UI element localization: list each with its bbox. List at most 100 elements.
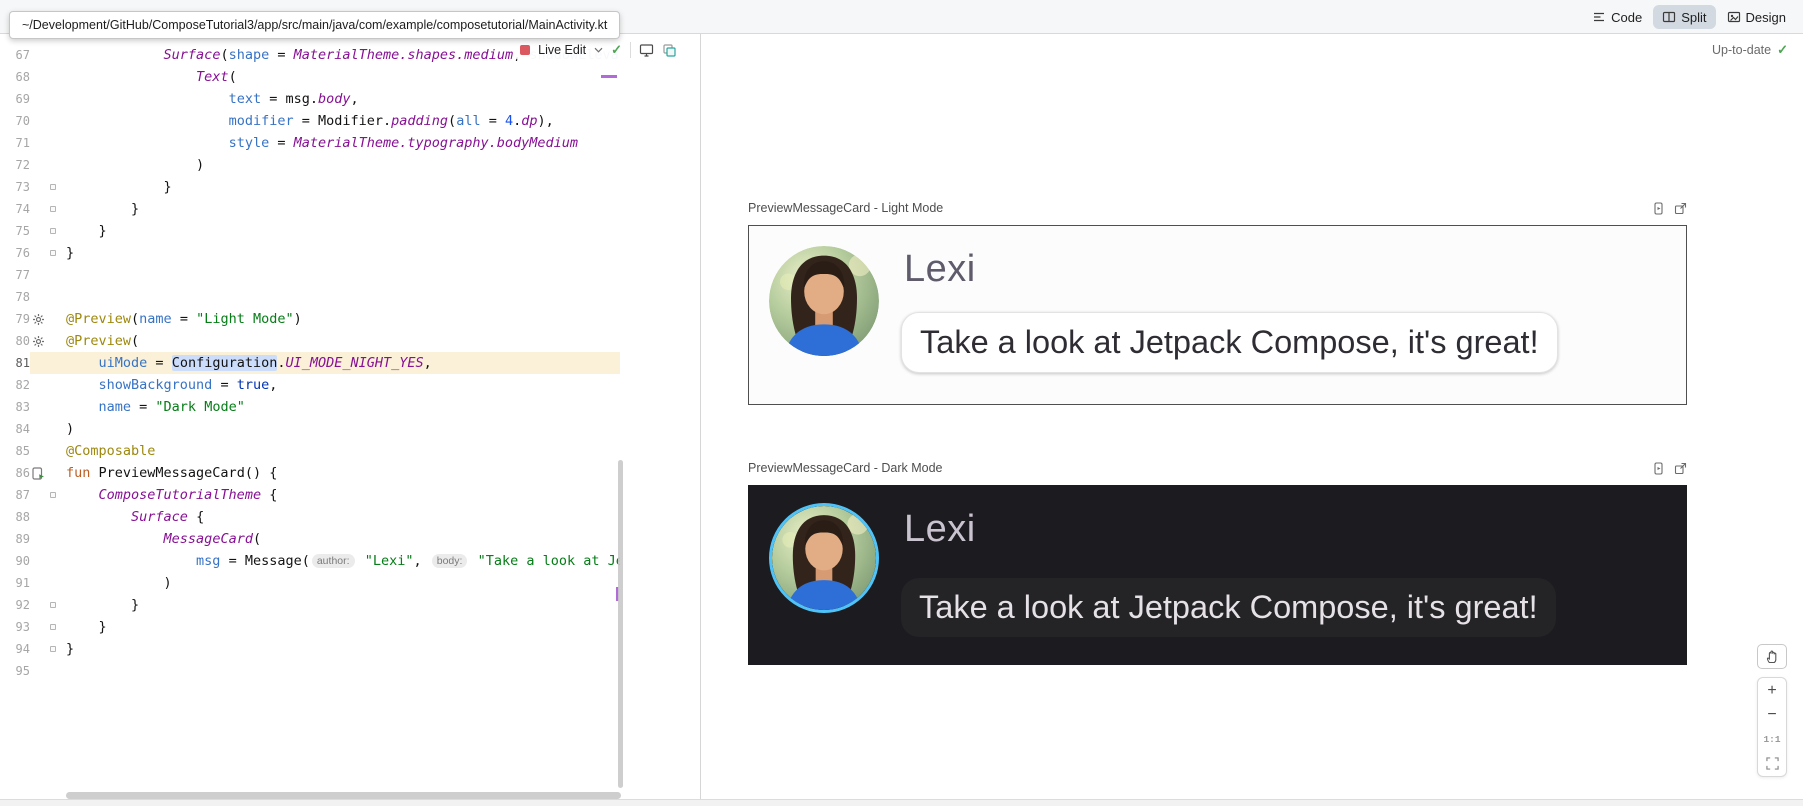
run-preview-icon[interactable] <box>1652 202 1665 215</box>
code-line[interactable]: 78 <box>0 286 620 308</box>
code-line[interactable]: 95 <box>0 660 620 682</box>
line-number[interactable]: 83 <box>0 396 30 418</box>
preview-actions <box>1652 202 1687 215</box>
preview-settings-gear-icon[interactable] <box>32 335 45 348</box>
gutter-icon-slot <box>30 308 46 330</box>
code-line[interactable]: 90 msg = Message(author: "Lexi", body: "… <box>0 550 620 572</box>
line-number[interactable]: 68 <box>0 66 30 88</box>
code-line[interactable]: 68 Text( <box>0 66 620 88</box>
zoom-out-button[interactable]: − <box>1759 704 1785 726</box>
line-number[interactable]: 80 <box>0 330 30 352</box>
fold-marker-icon[interactable] <box>50 184 56 190</box>
line-number[interactable]: 86 <box>0 462 30 484</box>
code-line[interactable]: 86fun PreviewMessageCard() { <box>0 462 620 484</box>
zoom-actual-size-button[interactable]: 1:1 <box>1759 728 1785 750</box>
fold-slot <box>46 572 60 594</box>
fold-marker-icon[interactable] <box>50 624 56 630</box>
code-text: ) <box>60 572 620 594</box>
fold-slot <box>46 110 60 132</box>
code-line[interactable]: 73 } <box>0 176 620 198</box>
ui-check-mode-icon[interactable] <box>639 43 654 57</box>
open-in-new-window-icon[interactable] <box>1674 202 1687 215</box>
line-number[interactable]: 85 <box>0 440 30 462</box>
code-line[interactable]: 87 ComposeTutorialTheme { <box>0 484 620 506</box>
line-number[interactable]: 72 <box>0 154 30 176</box>
code-line[interactable]: 79@Preview(name = "Light Mode") <box>0 308 620 330</box>
open-in-new-window-icon[interactable] <box>1674 462 1687 475</box>
code-line[interactable]: 76} <box>0 242 620 264</box>
code-line[interactable]: 71 style = MaterialTheme.typography.body… <box>0 132 620 154</box>
line-number[interactable]: 87 <box>0 484 30 506</box>
line-number[interactable]: 75 <box>0 220 30 242</box>
line-number[interactable]: 93 <box>0 616 30 638</box>
live-edit-label[interactable]: Live Edit <box>538 43 586 57</box>
line-number[interactable]: 71 <box>0 132 30 154</box>
code-line[interactable]: 91 ) <box>0 572 620 594</box>
line-number[interactable]: 76 <box>0 242 30 264</box>
line-number[interactable]: 78 <box>0 286 30 308</box>
code-line[interactable]: 89 MessageCard( <box>0 528 620 550</box>
line-number[interactable]: 70 <box>0 110 30 132</box>
run-preview-icon[interactable] <box>1652 462 1665 475</box>
fold-slot <box>46 660 60 682</box>
line-number[interactable]: 74 <box>0 198 30 220</box>
line-number[interactable]: 79 <box>0 308 30 330</box>
code-line[interactable]: 92 } <box>0 594 620 616</box>
horizontal-scrollbar[interactable] <box>66 792 621 799</box>
code-area: 67 Surface(shape = MaterialTheme.shapes.… <box>0 44 620 682</box>
fold-slot <box>46 352 60 374</box>
code-line[interactable]: 75 } <box>0 220 620 242</box>
mode-button-design[interactable]: Design <box>1718 5 1795 29</box>
code-line[interactable]: 85@Composable <box>0 440 620 462</box>
code-line[interactable]: 84) <box>0 418 620 440</box>
line-number[interactable]: 77 <box>0 264 30 286</box>
layers-icon[interactable] <box>662 43 677 58</box>
parameter-hint-chip[interactable]: body: <box>432 554 468 568</box>
code-line[interactable]: 82 showBackground = true, <box>0 374 620 396</box>
code-line[interactable]: 74 } <box>0 198 620 220</box>
code-line[interactable]: 72 ) <box>0 154 620 176</box>
code-line[interactable]: 83 name = "Dark Mode" <box>0 396 620 418</box>
pan-button[interactable] <box>1757 644 1787 669</box>
line-number[interactable]: 91 <box>0 572 30 594</box>
fold-marker-icon[interactable] <box>50 250 56 256</box>
line-number[interactable]: 67 <box>0 44 30 66</box>
code-line[interactable]: 77 <box>0 264 620 286</box>
zoom-in-button[interactable]: + <box>1759 680 1785 702</box>
line-number[interactable]: 92 <box>0 594 30 616</box>
line-number[interactable]: 95 <box>0 660 30 682</box>
code-line[interactable]: 88 Surface { <box>0 506 620 528</box>
line-number[interactable]: 81 <box>0 352 30 374</box>
code-text: } <box>60 242 620 264</box>
breadcrumb[interactable]: ~/Development/GitHub/ComposeTutorial3/ap… <box>9 11 620 39</box>
line-number[interactable]: 90 <box>0 550 30 572</box>
line-number[interactable]: 94 <box>0 638 30 660</box>
line-number[interactable]: 82 <box>0 374 30 396</box>
code-line[interactable]: 70 modifier = Modifier.padding(all = 4.d… <box>0 110 620 132</box>
fold-marker-icon[interactable] <box>50 492 56 498</box>
fold-marker-icon[interactable] <box>50 602 56 608</box>
fold-marker-icon[interactable] <box>50 646 56 652</box>
line-number[interactable]: 69 <box>0 88 30 110</box>
code-line[interactable]: 81 uiMode = Configuration.UI_MODE_NIGHT_… <box>0 352 620 374</box>
chevron-down-icon[interactable] <box>594 47 603 53</box>
mode-button-code[interactable]: Code <box>1583 5 1651 29</box>
vertical-scrollbar[interactable] <box>618 460 623 788</box>
line-number[interactable]: 88 <box>0 506 30 528</box>
gutter-icon-slot <box>30 660 46 682</box>
mode-button-split[interactable]: Split <box>1653 5 1715 29</box>
parameter-hint-chip[interactable]: author: <box>312 554 355 568</box>
line-number[interactable]: 89 <box>0 528 30 550</box>
zoom-to-fit-button[interactable] <box>1759 752 1785 774</box>
run-preview-gutter-icon[interactable] <box>32 467 45 480</box>
line-number[interactable]: 84 <box>0 418 30 440</box>
preview-settings-gear-icon[interactable] <box>32 313 45 326</box>
code-line[interactable]: 69 text = msg.body, <box>0 88 620 110</box>
code-line[interactable]: 93 } <box>0 616 620 638</box>
message-author: Lexi <box>904 508 976 551</box>
code-line[interactable]: 80@Preview( <box>0 330 620 352</box>
code-line[interactable]: 94} <box>0 638 620 660</box>
fold-marker-icon[interactable] <box>50 206 56 212</box>
fold-marker-icon[interactable] <box>50 228 56 234</box>
line-number[interactable]: 73 <box>0 176 30 198</box>
